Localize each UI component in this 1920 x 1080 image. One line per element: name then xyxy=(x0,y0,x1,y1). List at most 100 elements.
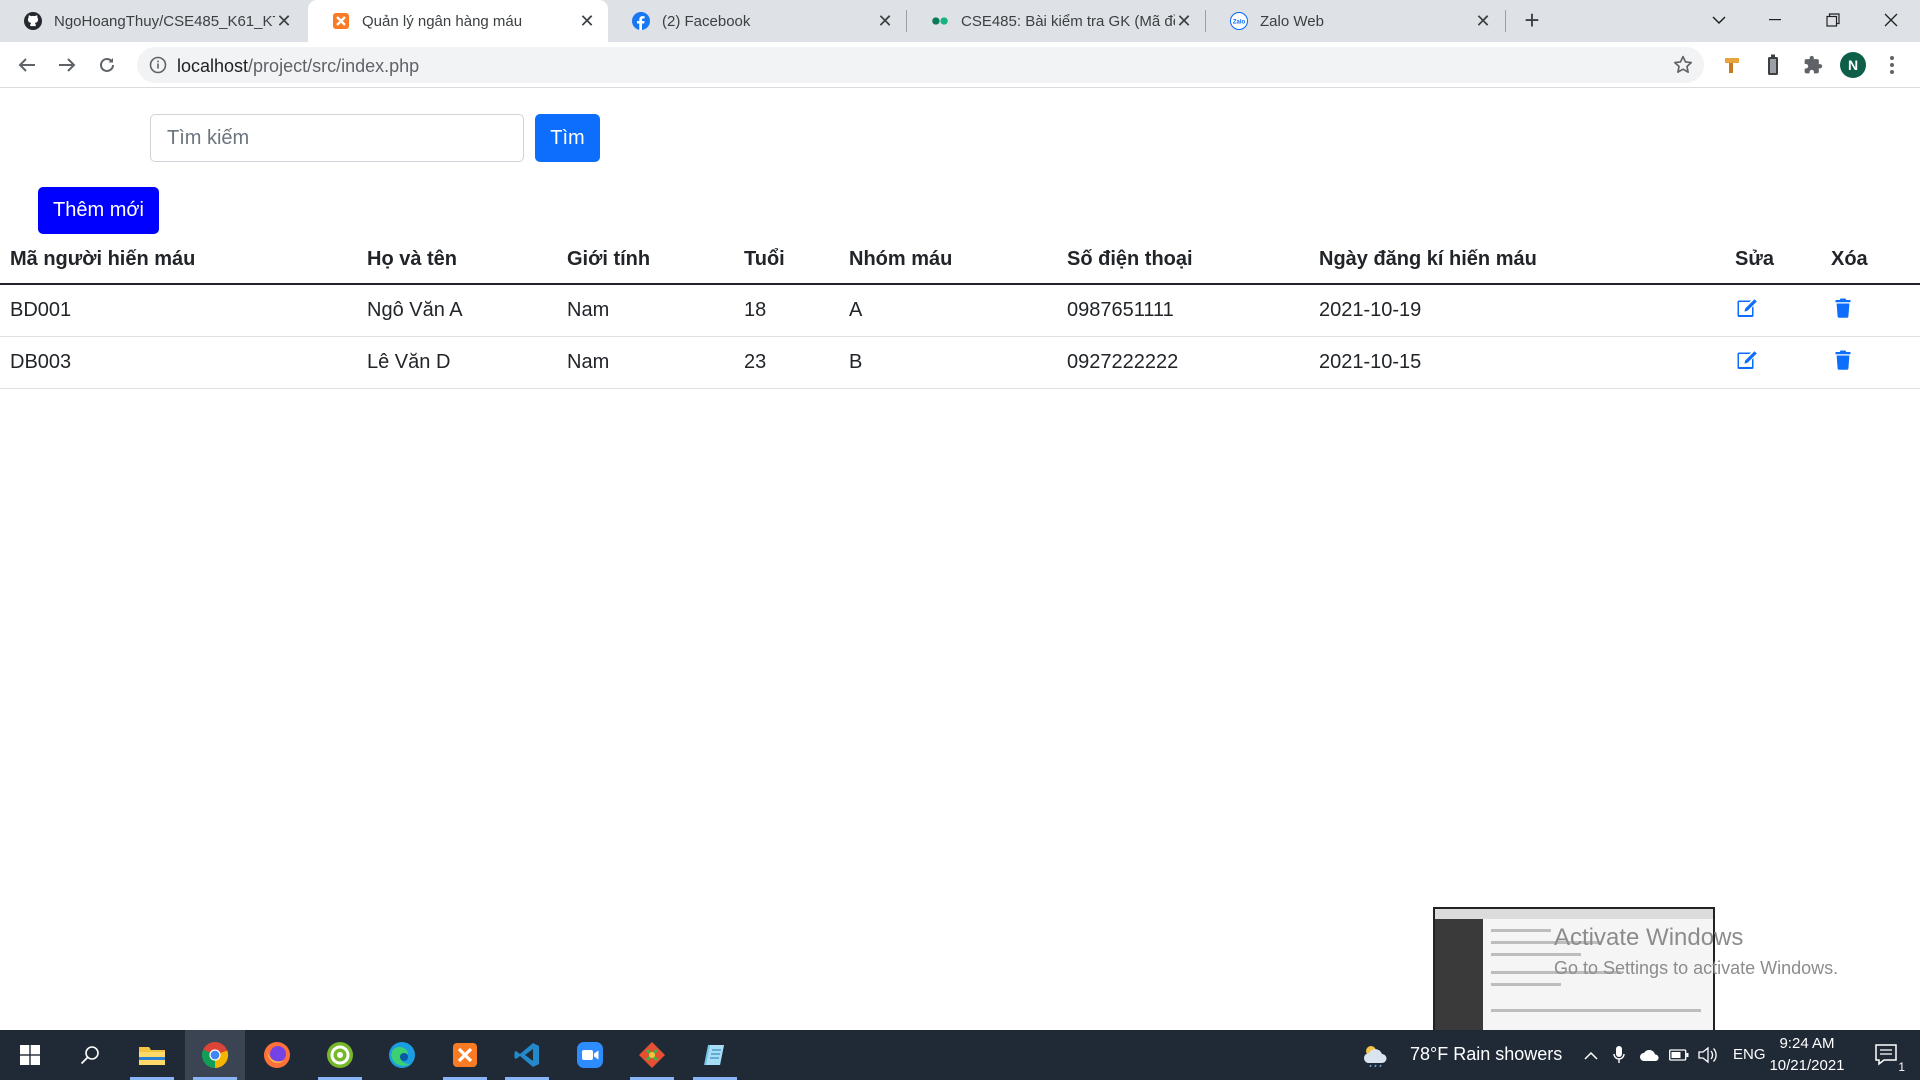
tab-search-chevron-icon[interactable] xyxy=(1696,0,1742,40)
tab-title: CSE485: Bài kiểm tra GK (Mã đề 0 xyxy=(961,12,1175,30)
activate-subtitle: Go to Settings to activate Windows. xyxy=(1554,958,1839,978)
tab-github[interactable]: NgoHoangThuy/CSE485_K61_KTGK ✕ xyxy=(0,0,305,42)
more-menu-icon[interactable] xyxy=(1882,52,1902,78)
col-header-blood-group: Nhóm máu xyxy=(839,236,1057,285)
git-tool-icon[interactable] xyxy=(622,1030,682,1080)
cell-phone: 0927222222 xyxy=(1057,336,1309,389)
table-row: DB003 Lê Văn D Nam 23 B 0927222222 2021-… xyxy=(0,336,1920,389)
puzzle-extensions-icon[interactable] xyxy=(1801,53,1825,77)
close-icon[interactable]: ✕ xyxy=(1474,11,1492,31)
reload-icon[interactable] xyxy=(92,50,122,80)
xampp-icon xyxy=(332,12,350,30)
xampp-icon[interactable] xyxy=(435,1030,495,1080)
tab-separator xyxy=(1505,10,1506,32)
thumbnail-topbar xyxy=(1435,909,1713,919)
github-icon xyxy=(24,12,42,30)
thumbnail-line xyxy=(1491,983,1561,986)
notification-count: 1 xyxy=(1897,1060,1906,1074)
tab-title: Quản lý ngân hàng máu xyxy=(362,12,523,30)
search-button[interactable]: Tìm xyxy=(535,114,600,162)
edge-icon[interactable] xyxy=(372,1030,432,1080)
file-explorer-icon[interactable] xyxy=(122,1030,182,1080)
facebook-icon xyxy=(632,12,650,30)
cell-gender: Nam xyxy=(557,284,734,337)
tab-blood-bank[interactable]: Quản lý ngân hàng máu ✕ xyxy=(308,0,608,42)
table-row: BD001 Ngô Văn A Nam 18 A 0987651111 2021… xyxy=(0,284,1920,337)
taskbar-clock[interactable]: 9:24 AM 10/21/2021 xyxy=(1762,1033,1852,1077)
tab-zalo[interactable]: Zalo Zalo Web ✕ xyxy=(1206,0,1504,42)
clock-time: 9:24 AM xyxy=(1779,1035,1835,1052)
zoom-icon[interactable] xyxy=(560,1030,620,1080)
weather-cloud-rain-icon[interactable] xyxy=(1355,1030,1395,1080)
windows-start-icon[interactable] xyxy=(0,1030,60,1080)
cell-register-date: 2021-10-15 xyxy=(1309,336,1725,389)
edit-icon[interactable] xyxy=(1735,296,1759,320)
weather-text[interactable]: 78°F Rain showers xyxy=(1410,1044,1562,1065)
new-tab-plus-icon[interactable]: + xyxy=(1516,6,1548,36)
volume-icon[interactable] xyxy=(1692,1030,1722,1080)
table-header-row: Mã người hiến máu Họ và tên Giới tính Tu… xyxy=(0,236,1920,285)
url-text: localhost/project/src/index.php xyxy=(177,56,419,77)
trash-icon[interactable] xyxy=(1831,348,1855,372)
thumbnail-sidebar xyxy=(1435,919,1483,1030)
cell-edit xyxy=(1725,336,1821,389)
tab-facebook[interactable]: (2) Facebook ✕ xyxy=(608,0,906,42)
col-header-delete: Xóa xyxy=(1821,236,1920,285)
extension-icon[interactable] xyxy=(1721,53,1745,77)
edit-icon[interactable] xyxy=(1735,348,1759,372)
chrome-icon[interactable] xyxy=(185,1030,245,1080)
col-header-donor-id: Mã người hiến máu xyxy=(0,236,357,285)
minimize-icon[interactable] xyxy=(1752,0,1798,40)
coccoc-browser-icon[interactable] xyxy=(310,1030,370,1080)
site-info-icon[interactable] xyxy=(149,56,167,74)
close-icon[interactable]: ✕ xyxy=(1175,11,1193,31)
bookmark-star-icon[interactable] xyxy=(1672,54,1694,76)
tab-title: (2) Facebook xyxy=(662,12,751,30)
vscode-icon[interactable] xyxy=(497,1030,557,1080)
url-host: localhost xyxy=(177,56,249,76)
col-header-phone: Số điện thoại xyxy=(1057,236,1309,285)
tab-classroom[interactable]: CSE485: Bài kiểm tra GK (Mã đề 0 ✕ xyxy=(907,0,1205,42)
restore-icon[interactable] xyxy=(1810,0,1856,40)
browser-toolbar: localhost/project/src/index.php N xyxy=(0,42,1920,88)
add-new-button[interactable]: Thêm mới xyxy=(38,187,159,234)
cell-blood-group: A xyxy=(839,284,1057,337)
col-header-register-date: Ngày đăng kí hiến máu xyxy=(1309,236,1725,285)
clock-date: 10/21/2021 xyxy=(1769,1057,1845,1074)
microphone-icon[interactable] xyxy=(1604,1030,1634,1080)
tab-strip: NgoHoangThuy/CSE485_K61_KTGK ✕ Quản lý n… xyxy=(0,0,1920,42)
back-icon[interactable] xyxy=(12,50,42,80)
onedrive-cloud-icon[interactable] xyxy=(1634,1030,1666,1080)
cell-delete xyxy=(1821,284,1920,337)
donor-table: Mã người hiến máu Họ và tên Giới tính Tu… xyxy=(0,236,1920,389)
cell-gender: Nam xyxy=(557,336,734,389)
notification-icon[interactable]: 1 xyxy=(1862,1030,1912,1080)
address-bar[interactable]: localhost/project/src/index.php xyxy=(137,47,1704,83)
battery-icon[interactable] xyxy=(1664,1030,1694,1080)
profile-avatar[interactable]: N xyxy=(1840,52,1866,78)
close-window-icon[interactable] xyxy=(1868,0,1914,40)
close-icon[interactable]: ✕ xyxy=(578,11,596,31)
battery-extension-icon[interactable] xyxy=(1761,53,1785,77)
firefox-icon[interactable] xyxy=(247,1030,307,1080)
thumbnail-line xyxy=(1491,929,1551,932)
tab-title: Zalo Web xyxy=(1260,12,1324,30)
trash-icon[interactable] xyxy=(1831,296,1855,320)
language-indicator[interactable]: ENG xyxy=(1733,1046,1766,1063)
col-header-age: Tuổi xyxy=(734,236,839,285)
close-icon[interactable]: ✕ xyxy=(876,11,894,31)
search-icon[interactable] xyxy=(60,1030,120,1080)
cell-delete xyxy=(1821,336,1920,389)
cell-blood-group: B xyxy=(839,336,1057,389)
forward-icon[interactable] xyxy=(52,50,82,80)
close-icon[interactable]: ✕ xyxy=(275,11,293,31)
search-input[interactable] xyxy=(150,114,524,162)
cell-age: 18 xyxy=(734,284,839,337)
classroom-icon xyxy=(931,12,949,30)
zalo-icon: Zalo xyxy=(1230,12,1248,30)
col-header-full-name: Họ và tên xyxy=(357,236,557,285)
tab-title: NgoHoangThuy/CSE485_K61_KTGK xyxy=(54,12,275,30)
col-header-gender: Giới tính xyxy=(557,236,734,285)
url-path: /project/src/index.php xyxy=(248,56,420,76)
notepad-icon[interactable] xyxy=(685,1030,745,1080)
